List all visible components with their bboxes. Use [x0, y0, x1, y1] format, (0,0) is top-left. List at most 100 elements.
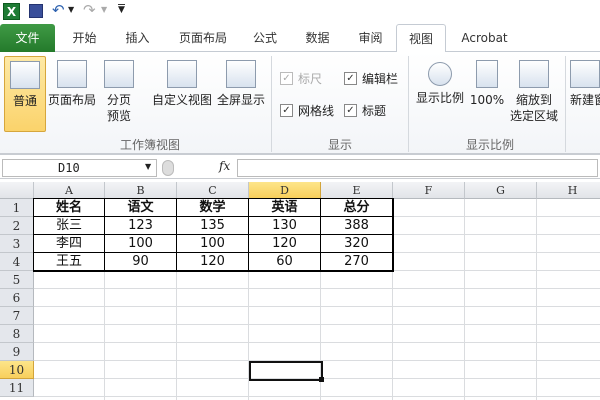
gridline — [34, 396, 600, 397]
gridline — [34, 324, 600, 325]
name-box[interactable]: D10 — [2, 159, 157, 177]
row-header-1[interactable]: 1 — [0, 199, 34, 217]
label: 显示比例 — [415, 91, 464, 105]
row-header-10[interactable]: 10 — [0, 361, 34, 379]
page-break-preview-button[interactable]: 分页 预览 — [100, 56, 138, 124]
ruler-checkbox[interactable]: ✓ 标尺 — [280, 70, 322, 87]
save-icon[interactable] — [29, 4, 43, 18]
full-screen-button[interactable]: 全屏显示 — [215, 56, 267, 108]
label: 普通 — [12, 94, 37, 108]
row-header-5[interactable]: 5 — [0, 271, 34, 289]
full-screen-icon — [226, 60, 256, 88]
label: 页面布局 — [47, 93, 96, 107]
checkbox-box: ✓ — [344, 72, 357, 85]
normal-view-button[interactable]: 普通 — [4, 56, 46, 132]
column-header-b[interactable]: B — [105, 182, 177, 199]
tab-review[interactable]: 审阅 — [348, 24, 393, 52]
row-header-3[interactable]: 3 — [0, 235, 34, 253]
gridline — [536, 199, 537, 400]
page-layout-icon — [57, 60, 87, 88]
undo-icon[interactable]: ↶ — [52, 1, 65, 19]
group-label-workbook-views: 工作簿视图 — [119, 138, 180, 152]
column-header-a[interactable]: A — [34, 182, 105, 199]
ribbon-tabs: 文件 开始 插入 页面布局 公式 数据 审阅 视图 Acrobat — [0, 24, 600, 53]
tab-page-layout[interactable]: 页面布局 — [168, 24, 238, 52]
insert-function-icon[interactable]: fx — [219, 159, 230, 173]
checkbox-box: ✓ — [280, 104, 293, 117]
divider — [271, 56, 272, 152]
row-header-8[interactable]: 8 — [0, 325, 34, 343]
tab-view[interactable]: 视图 — [396, 24, 446, 53]
spreadsheet-grid[interactable]: ABCDEFGH 1 2 3 4 5 6 7 8 9 10 11 姓名 语文 数学 英语 总分 张三 123 13… — [0, 182, 600, 400]
custom-views-icon — [167, 60, 197, 88]
tab-home[interactable]: 开始 — [62, 24, 107, 52]
tab-insert[interactable]: 插入 — [115, 24, 160, 52]
formula-bar-checkbox[interactable]: ✓ 编辑栏 — [344, 70, 398, 87]
zoom-button[interactable]: 显示比例 — [414, 56, 466, 106]
name-box-value: D10 — [58, 161, 80, 175]
group-label-show: 显示 — [327, 138, 352, 152]
group-label-zoom: 显示比例 — [465, 138, 514, 152]
quick-access-toolbar: X ↶ ▼ ↷ ▼ ▼ — [0, 0, 600, 24]
row-header-11[interactable]: 11 — [0, 379, 34, 397]
label: 选定区域 — [509, 109, 558, 123]
page-100-icon — [476, 60, 498, 88]
magnifier-icon — [428, 62, 452, 86]
select-all-corner[interactable] — [0, 182, 34, 199]
column-header-f[interactable]: F — [393, 182, 465, 199]
splitter-handle[interactable] — [162, 160, 174, 176]
tab-acrobat[interactable]: Acrobat — [452, 24, 517, 52]
column-header-c[interactable]: C — [177, 182, 249, 199]
formula-bar: D10 ▼ fx — [0, 157, 600, 179]
row-header-9[interactable]: 9 — [0, 343, 34, 361]
excel-icon: X — [3, 3, 20, 20]
row-header-4[interactable]: 4 — [0, 253, 34, 271]
gridline — [34, 288, 600, 289]
new-window-button[interactable]: 新建窗 — [570, 56, 600, 108]
label: 网格线 — [298, 104, 335, 118]
gridline — [464, 199, 465, 400]
name-box-dropdown-icon[interactable]: ▼ — [145, 162, 151, 171]
label: 新建窗 — [570, 93, 600, 107]
label: 标题 — [362, 104, 387, 118]
column-header-h[interactable]: H — [537, 182, 600, 199]
label: 100% — [469, 93, 505, 107]
row-header-2[interactable]: 2 — [0, 217, 34, 235]
page-layout-view-button[interactable]: 页面布局 — [47, 56, 97, 108]
zoom-selection-icon — [519, 60, 549, 88]
undo-dropdown-icon[interactable]: ▼ — [68, 5, 74, 14]
checkbox-box: ✓ — [344, 104, 357, 117]
gridlines-checkbox[interactable]: ✓ 网格线 — [280, 102, 334, 119]
gridline — [34, 342, 600, 343]
redo-dropdown-icon[interactable]: ▼ — [101, 5, 107, 14]
custom-views-button[interactable]: 自定义视图 — [150, 56, 214, 108]
tab-file[interactable]: 文件 — [0, 24, 55, 52]
divider — [565, 56, 566, 152]
ribbon-view: 普通 页面布局 分页 预览 自定义视图 全屏显示 工作簿视图 ✓ 标尺 ✓ 编辑栏 ✓… — [0, 52, 600, 155]
row-header-7[interactable]: 7 — [0, 307, 34, 325]
label: 全屏显示 — [216, 93, 265, 107]
label: 自定义视图 — [151, 93, 212, 107]
checkbox-box: ✓ — [280, 72, 293, 85]
tab-data[interactable]: 数据 — [295, 24, 340, 52]
label: 标尺 — [298, 72, 323, 86]
page-break-icon — [104, 60, 134, 88]
row-header-6[interactable]: 6 — [0, 289, 34, 307]
column-header-e[interactable]: E — [321, 182, 393, 199]
redo-icon[interactable]: ↷ — [83, 1, 96, 19]
formula-input[interactable] — [237, 159, 598, 177]
tab-formulas[interactable]: 公式 — [245, 24, 285, 52]
fill-handle[interactable] — [319, 377, 324, 382]
zoom-to-selection-button[interactable]: 缩放到 选定区域 — [508, 56, 560, 124]
customize-icon[interactable]: ▼ — [118, 4, 125, 15]
zoom-100-button[interactable]: 100% — [468, 56, 506, 108]
normal-view-icon — [10, 61, 40, 89]
column-header-d[interactable]: D — [249, 182, 321, 199]
column-header-g[interactable]: G — [465, 182, 537, 199]
label: 预览 — [106, 109, 131, 123]
divider — [408, 56, 409, 152]
table-border — [33, 198, 394, 272]
headings-checkbox[interactable]: ✓ 标题 — [344, 102, 386, 119]
selected-cell-d10[interactable] — [249, 361, 323, 381]
gridline — [34, 306, 600, 307]
